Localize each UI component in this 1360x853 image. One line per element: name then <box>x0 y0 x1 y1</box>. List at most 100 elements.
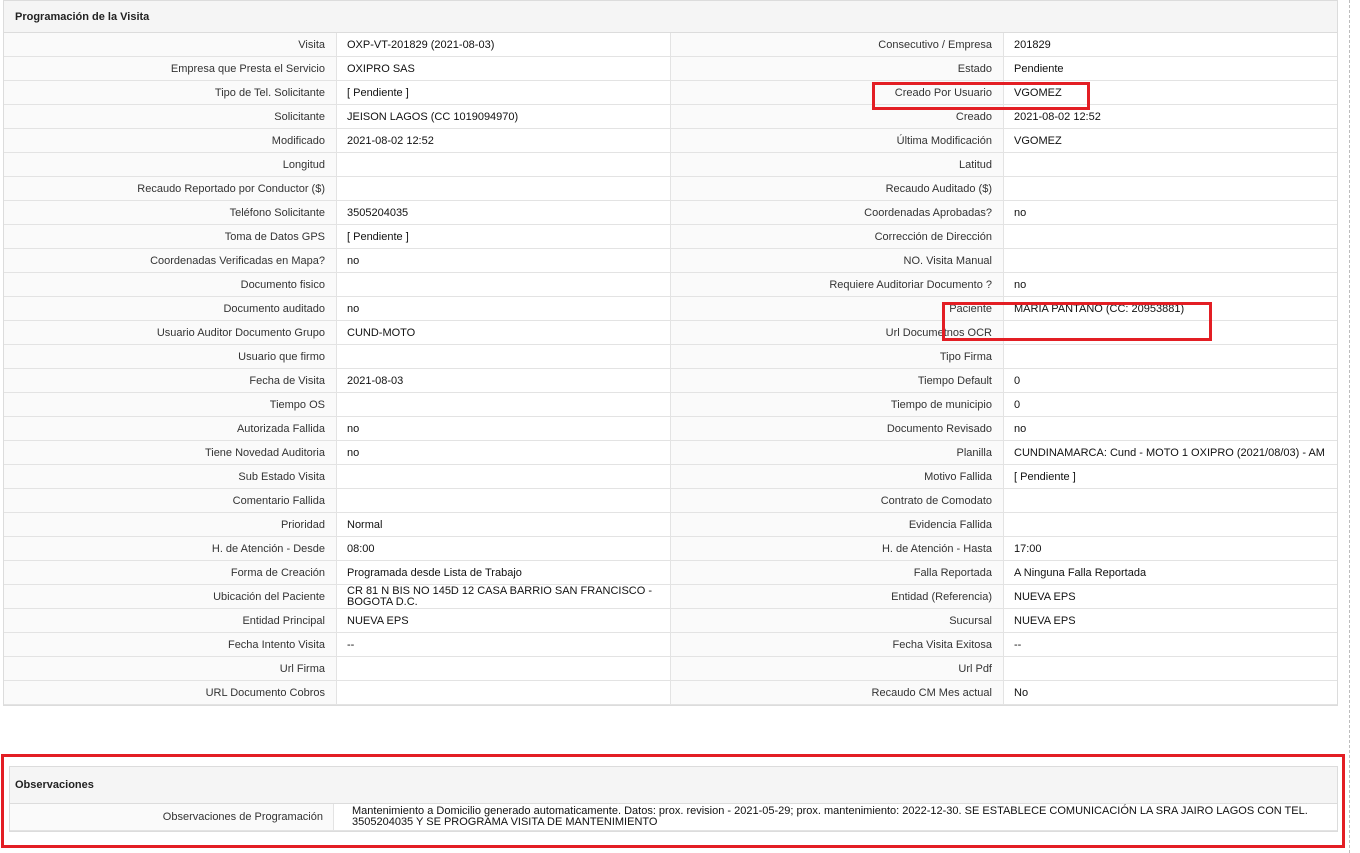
field-value <box>1004 345 1337 369</box>
field-label: Tiempo OS <box>4 393 337 417</box>
field-label: Falla Reportada <box>671 561 1004 585</box>
field-label: Url Documetnos OCR <box>671 321 1004 345</box>
field-value: CR 81 N BIS NO 145D 12 CASA BARRIO SAN F… <box>337 585 671 609</box>
field-label: Sucursal <box>671 609 1004 633</box>
field-label: Tipo Firma <box>671 345 1004 369</box>
field-label: Recaudo Reportado por Conductor ($) <box>4 177 337 201</box>
observaciones-title: Observaciones <box>10 767 1337 804</box>
field-label: Paciente <box>671 297 1004 321</box>
field-label: Motivo Fallida <box>671 465 1004 489</box>
field-value <box>1004 249 1337 273</box>
page-edge-divider <box>1349 0 1350 853</box>
field-label: Latitud <box>671 153 1004 177</box>
field-value: 17:00 <box>1004 537 1337 561</box>
field-label: Url Firma <box>4 657 337 681</box>
programacion-panel: Programación de la Visita Visita OXP-VT-2… <box>3 0 1338 706</box>
field-value <box>337 465 671 489</box>
field-value <box>1004 153 1337 177</box>
field-label: Tiempo Default <box>671 369 1004 393</box>
field-value: no <box>1004 201 1337 225</box>
field-value: no <box>337 297 671 321</box>
section-title: Programación de la Visita <box>4 1 1337 33</box>
field-label: Estado <box>671 57 1004 81</box>
field-value <box>1004 177 1337 201</box>
field-value: JEISON LAGOS (CC 1019094970) <box>337 105 671 129</box>
field-label: Documento fisico <box>4 273 337 297</box>
field-label: Sub Estado Visita <box>4 465 337 489</box>
field-label: Longitud <box>4 153 337 177</box>
field-label: H. de Atención - Hasta <box>671 537 1004 561</box>
field-value: no <box>337 249 671 273</box>
field-label: Requiere Auditoriar Documento ? <box>671 273 1004 297</box>
field-label: Usuario que firmo <box>4 345 337 369</box>
field-value: Pendiente <box>1004 57 1337 81</box>
field-value: MARIA PANTANO (CC: 20953881) <box>1004 297 1337 321</box>
field-value: -- <box>1004 633 1337 657</box>
field-label: Solicitante <box>4 105 337 129</box>
field-label: Usuario Auditor Documento Grupo <box>4 321 337 345</box>
field-value <box>1004 657 1337 681</box>
field-value: 08:00 <box>337 537 671 561</box>
field-value: OXP-VT-201829 (2021-08-03) <box>337 33 671 57</box>
field-label: Última Modificación <box>671 129 1004 153</box>
field-label: Planilla <box>671 441 1004 465</box>
field-value: [ Pendiente ] <box>337 225 671 249</box>
field-value: NUEVA EPS <box>1004 609 1337 633</box>
field-value: [ Pendiente ] <box>337 81 671 105</box>
field-value <box>337 681 671 705</box>
field-label: Visita <box>4 33 337 57</box>
field-label: Forma de Creación <box>4 561 337 585</box>
field-value <box>1004 489 1337 513</box>
field-value: 0 <box>1004 369 1337 393</box>
field-label: Entidad (Referencia) <box>671 585 1004 609</box>
field-label: Consecutivo / Empresa <box>671 33 1004 57</box>
field-value: OXIPRO SAS <box>337 57 671 81</box>
field-value: 2021-08-02 12:52 <box>1004 105 1337 129</box>
field-value: no <box>1004 273 1337 297</box>
field-label: Fecha de Visita <box>4 369 337 393</box>
field-label: Recaudo CM Mes actual <box>671 681 1004 705</box>
observaciones-value: Mantenimiento a Domicilio generado autom… <box>352 805 1308 828</box>
observaciones-panel: Observaciones Observaciones de Programac… <box>9 766 1338 832</box>
field-label: Comentario Fallida <box>4 489 337 513</box>
field-label: Entidad Principal <box>4 609 337 633</box>
field-value: VGOMEZ <box>1004 81 1337 105</box>
field-label: Coordenadas Aprobadas? <box>671 201 1004 225</box>
field-label: Prioridad <box>4 513 337 537</box>
field-label: Toma de Datos GPS <box>4 225 337 249</box>
field-value <box>337 657 671 681</box>
visit-details-grid: Visita OXP-VT-201829 (2021-08-03) Consecut… <box>4 33 1337 705</box>
field-value: VGOMEZ <box>1004 129 1337 153</box>
field-label: H. de Atención - Desde <box>4 537 337 561</box>
field-label: Fecha Visita Exitosa <box>671 633 1004 657</box>
field-value: no <box>337 417 671 441</box>
field-value <box>1004 321 1337 345</box>
field-value <box>337 393 671 417</box>
field-label: Empresa que Presta el Servicio <box>4 57 337 81</box>
field-value: 3505204035 <box>337 201 671 225</box>
field-value: no <box>1004 417 1337 441</box>
field-value: [ Pendiente ] <box>1004 465 1337 489</box>
field-label: Documento auditado <box>4 297 337 321</box>
field-label: Creado Por Usuario <box>671 81 1004 105</box>
field-value <box>337 273 671 297</box>
field-label: Evidencia Fallida <box>671 513 1004 537</box>
field-label: URL Documento Cobros <box>4 681 337 705</box>
field-value: NUEVA EPS <box>337 609 671 633</box>
field-label: Coordenadas Verificadas en Mapa? <box>4 249 337 273</box>
field-value <box>1004 513 1337 537</box>
field-value <box>337 345 671 369</box>
field-value: No <box>1004 681 1337 705</box>
field-label: Modificado <box>4 129 337 153</box>
observaciones-label: Observaciones de Programación <box>10 804 334 830</box>
field-label: Corrección de Dirección <box>671 225 1004 249</box>
field-label: Recaudo Auditado ($) <box>671 177 1004 201</box>
field-label: Fecha Intento Visita <box>4 633 337 657</box>
field-value: A Ninguna Falla Reportada <box>1004 561 1337 585</box>
field-value: Programada desde Lista de Trabajo <box>337 561 671 585</box>
field-value: Normal <box>337 513 671 537</box>
field-label: Tiempo de municipio <box>671 393 1004 417</box>
field-value: -- <box>337 633 671 657</box>
field-value: CUND-MOTO <box>337 321 671 345</box>
field-value: no <box>337 441 671 465</box>
